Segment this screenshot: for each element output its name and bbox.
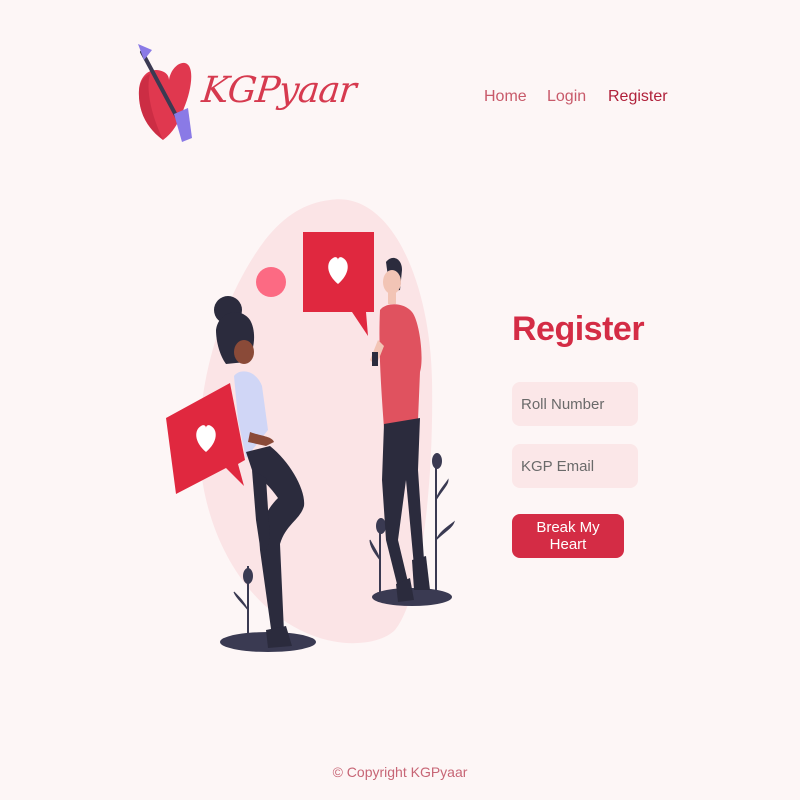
- register-title: Register: [512, 310, 645, 348]
- break-my-heart-button[interactable]: Break My Heart: [512, 514, 624, 558]
- footer-copyright: © Copyright KGPyaar: [332, 764, 468, 780]
- roll-number-input[interactable]: [512, 382, 638, 426]
- kgp-email-input[interactable]: [512, 444, 638, 488]
- couple-illustration: [166, 199, 455, 652]
